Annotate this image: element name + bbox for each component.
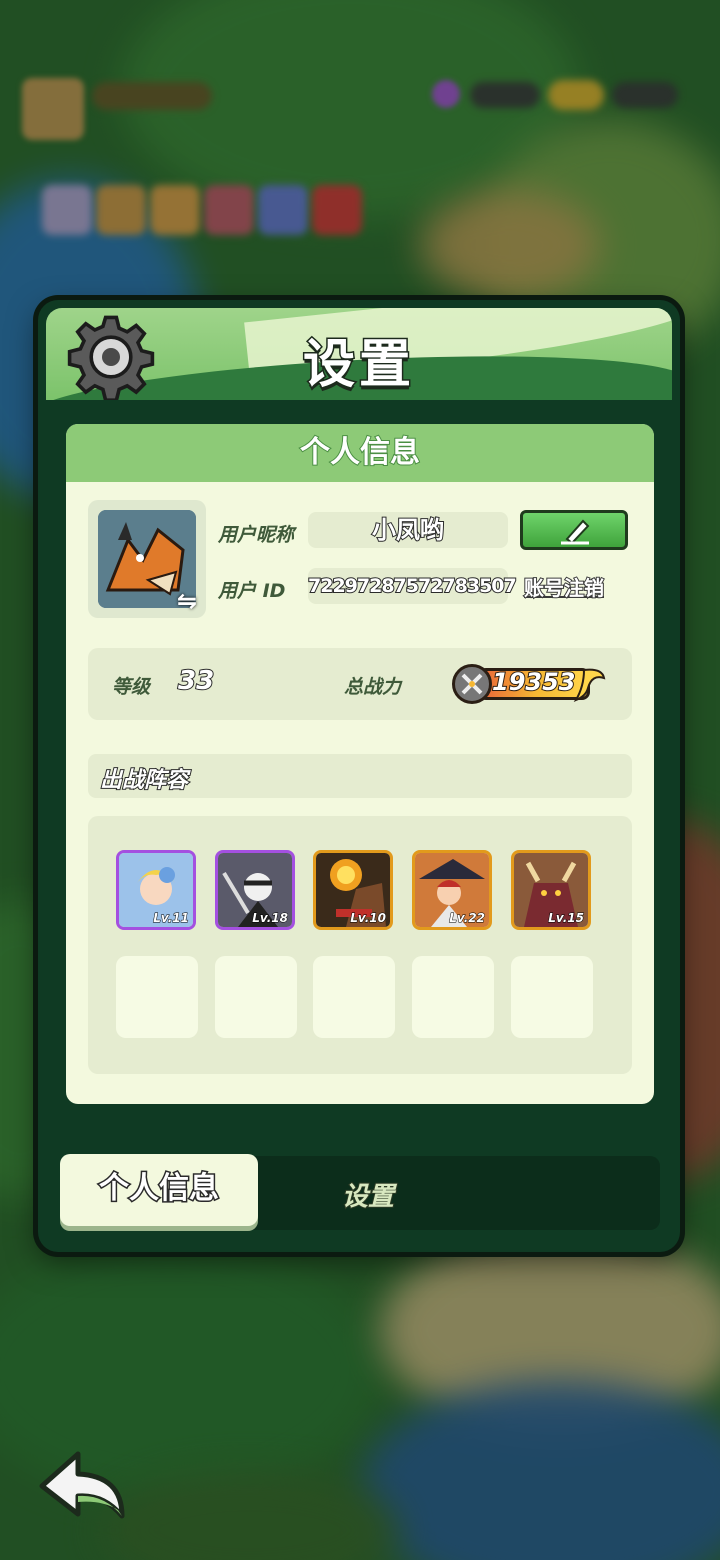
power-badge: 19353 bbox=[452, 664, 608, 704]
level-value: 33 bbox=[177, 665, 215, 697]
empty-hero-slot[interactable] bbox=[412, 956, 494, 1038]
lineup-grid: Lv.11 Lv.18 Lv.10 Lv.22 Lv.15 bbox=[88, 816, 632, 1074]
hero-card[interactable]: Lv.11 bbox=[116, 850, 196, 930]
tab-bar: 个人信息 设置 bbox=[60, 1154, 660, 1230]
crossed-swords-icon bbox=[452, 664, 492, 704]
hero-level: Lv.22 bbox=[449, 911, 486, 926]
hero-card[interactable]: Lv.22 bbox=[412, 850, 492, 930]
section-title: 个人信息 bbox=[66, 424, 654, 482]
empty-hero-slot[interactable] bbox=[511, 956, 593, 1038]
hero-card[interactable]: Lv.15 bbox=[511, 850, 591, 930]
lineup-title: 出战阵容 bbox=[99, 767, 189, 794]
hero-level: Lv.11 bbox=[153, 911, 190, 926]
user-id-field: 72297287572783507 bbox=[307, 568, 518, 604]
power-label: 总战力 bbox=[344, 676, 402, 698]
empty-hero-slot[interactable] bbox=[313, 956, 395, 1038]
empty-hero-slot[interactable] bbox=[215, 956, 297, 1038]
hero-card[interactable]: Lv.10 bbox=[313, 850, 393, 930]
hero-level: Lv.15 bbox=[548, 911, 585, 926]
empty-hero-slot[interactable] bbox=[116, 956, 198, 1038]
total-power-value: 19353 bbox=[491, 667, 576, 697]
settings-window: 设置 个人信息 ⇋ 用户昵称 小凤哟 用户 ID 722972875727835… bbox=[38, 300, 680, 1252]
back-arrow-icon[interactable] bbox=[38, 1448, 130, 1522]
user-id-label: 用户 ID bbox=[218, 580, 286, 602]
edit-nickname-button[interactable] bbox=[520, 510, 628, 550]
stats-row: 等级 33 总战力 19353 bbox=[88, 648, 632, 720]
lineup-header: 出战阵容 bbox=[88, 754, 632, 798]
hero-card[interactable]: Lv.18 bbox=[215, 850, 295, 930]
window-header: 设置 bbox=[46, 308, 672, 400]
swap-icon: ⇋ bbox=[176, 587, 198, 615]
nickname-field: 小凤哟 bbox=[308, 512, 508, 548]
avatar[interactable]: ⇋ bbox=[88, 500, 206, 618]
hero-level: Lv.10 bbox=[350, 911, 387, 926]
nickname-label: 用户昵称 bbox=[218, 524, 295, 546]
account-logout-link[interactable]: 账号注销 bbox=[523, 572, 605, 601]
tab-settings[interactable]: 设置 bbox=[341, 1176, 395, 1213]
pencil-icon bbox=[561, 519, 590, 545]
profile-panel: 个人信息 ⇋ 用户昵称 小凤哟 用户 ID 72297287572783507 … bbox=[66, 424, 654, 1104]
tab-profile[interactable]: 个人信息 bbox=[60, 1154, 258, 1226]
hero-level: Lv.18 bbox=[252, 911, 289, 926]
window-title: 设置 bbox=[301, 334, 415, 397]
level-label: 等级 bbox=[112, 676, 151, 698]
